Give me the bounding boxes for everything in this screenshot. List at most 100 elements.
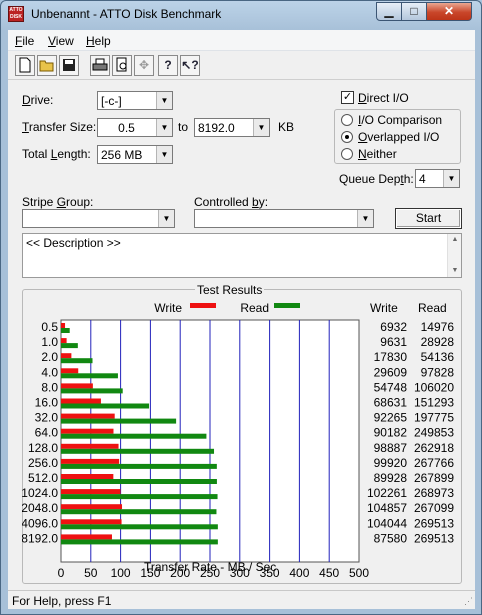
write-bar — [61, 458, 120, 464]
status-bar: For Help, press F1 ⋰ — [8, 590, 475, 609]
write-bar — [61, 383, 93, 389]
read-value: 267766 — [414, 456, 454, 470]
read-value: 269513 — [414, 531, 454, 545]
direct-io-checkbox[interactable]: ✓ — [341, 91, 354, 104]
menu-view[interactable]: View — [48, 34, 74, 48]
read-bar — [61, 509, 217, 515]
write-bar — [61, 519, 122, 525]
write-bar — [61, 353, 72, 359]
radio-selected-dot — [345, 135, 349, 139]
write-bar — [61, 489, 121, 495]
x-tick-label: 50 — [84, 566, 98, 580]
neither-label: Neither — [358, 147, 397, 161]
overlapped-io-radio[interactable] — [341, 131, 353, 143]
chevron-down-icon: ▼ — [443, 170, 459, 187]
io-comparison-radio[interactable] — [341, 114, 353, 126]
menu-file[interactable]: File — [15, 34, 34, 48]
read-bar — [61, 328, 70, 333]
read-value: 14976 — [421, 320, 455, 334]
queue-depth-select[interactable]: 4 ▼ — [415, 169, 460, 188]
transfer-size-label: Transfer Size: — [22, 120, 97, 134]
read-value: 268973 — [414, 486, 454, 500]
y-tick-label: 2.0 — [41, 350, 58, 364]
maximize-button[interactable]: □ — [401, 2, 427, 21]
legend-write-swatch — [190, 303, 216, 308]
menu-bar: File View Help — [8, 30, 475, 51]
y-tick-label: 2048.0 — [22, 501, 58, 515]
read-bar — [61, 358, 93, 364]
read-bar — [61, 463, 217, 469]
transfer-size-to-select[interactable]: 8192.0 ▼ — [194, 118, 270, 137]
print-icon[interactable] — [90, 55, 110, 76]
x-tick-label: 400 — [289, 566, 309, 580]
legend-read-swatch — [274, 303, 300, 308]
read-bar — [61, 479, 217, 484]
move-icon[interactable]: ✥ — [134, 55, 154, 76]
write-bar — [61, 368, 79, 374]
read-value: 249853 — [414, 426, 454, 440]
y-tick-label: 8.0 — [41, 380, 58, 394]
direct-io-label: Direct I/O — [358, 91, 409, 105]
stripe-group-select[interactable]: ▼ — [22, 209, 175, 228]
read-bar — [61, 539, 218, 545]
write-bar — [61, 443, 119, 449]
write-value: 87580 — [374, 531, 408, 545]
title-bar[interactable]: ATTO DISK BMRK Unbenannt - ATTO Disk Ben… — [1, 1, 481, 29]
y-tick-label: 1.0 — [41, 335, 58, 349]
menu-help[interactable]: Help — [86, 34, 111, 48]
read-value: 54136 — [421, 350, 455, 364]
description-scrollbar[interactable]: ▲ ▼ — [447, 234, 461, 277]
start-button[interactable]: Start — [395, 208, 462, 229]
read-bar — [61, 343, 78, 349]
app-window: ATTO DISK BMRK Unbenannt - ATTO Disk Ben… — [0, 0, 482, 615]
write-value: 104044 — [367, 516, 407, 530]
read-bar — [61, 524, 218, 530]
read-value: 197775 — [414, 411, 454, 425]
y-tick-label: 4096.0 — [22, 516, 58, 530]
write-bar — [61, 428, 114, 434]
transfer-size-from-select[interactable]: 0.5 ▼ — [97, 118, 173, 137]
description-text: << Description >> — [26, 236, 121, 250]
controlled-by-select[interactable]: ▼ — [194, 209, 374, 228]
read-bar — [61, 494, 218, 500]
read-bar — [61, 433, 207, 439]
y-tick-label: 4.0 — [41, 365, 58, 379]
write-value: 102261 — [367, 486, 407, 500]
write-value: 104857 — [367, 501, 407, 515]
read-value: 151293 — [414, 396, 454, 410]
y-tick-label: 32.0 — [35, 411, 59, 425]
y-tick-label: 1024.0 — [22, 486, 58, 500]
stripe-group-label: Stripe Group: — [22, 195, 94, 209]
resize-grip-icon[interactable]: ⋰ — [464, 596, 473, 607]
x-axis-label: Transfer Rate - MB / Sec — [144, 560, 277, 574]
write-value: 99920 — [374, 456, 408, 470]
read-bar — [61, 373, 118, 379]
legend-write-label: Write — [154, 301, 182, 315]
y-tick-label: 256.0 — [28, 456, 58, 470]
description-box[interactable]: << Description >> ▲ ▼ — [22, 233, 462, 278]
save-icon[interactable] — [59, 55, 79, 76]
print-preview-icon[interactable] — [112, 55, 132, 76]
neither-radio[interactable] — [341, 148, 353, 160]
open-folder-icon[interactable] — [37, 55, 57, 76]
app-logo-icon: ATTO DISK BMRK — [8, 6, 24, 22]
x-tick-label: 100 — [111, 566, 131, 580]
minimize-button[interactable]: ▁ — [376, 2, 402, 21]
read-bar — [61, 448, 215, 454]
status-text: For Help, press F1 — [12, 594, 112, 608]
chevron-down-icon: ▼ — [156, 146, 172, 163]
total-length-label: Total Length: — [22, 147, 91, 161]
scroll-up-icon[interactable]: ▲ — [448, 234, 462, 246]
write-bar — [61, 338, 67, 344]
close-button[interactable]: ✕ — [426, 2, 472, 21]
y-tick-label: 512.0 — [28, 471, 58, 485]
context-help-icon[interactable]: ↖? — [180, 55, 200, 76]
scroll-down-icon[interactable]: ▼ — [448, 265, 462, 277]
x-tick-label: 500 — [349, 566, 369, 580]
chevron-down-icon: ▼ — [158, 210, 174, 227]
new-file-icon[interactable] — [15, 55, 35, 76]
drive-select[interactable]: [-c-] ▼ — [97, 91, 173, 110]
total-length-select[interactable]: 256 MB ▼ — [97, 145, 173, 164]
read-value: 262918 — [414, 441, 454, 455]
help-icon[interactable]: ? — [158, 55, 178, 76]
